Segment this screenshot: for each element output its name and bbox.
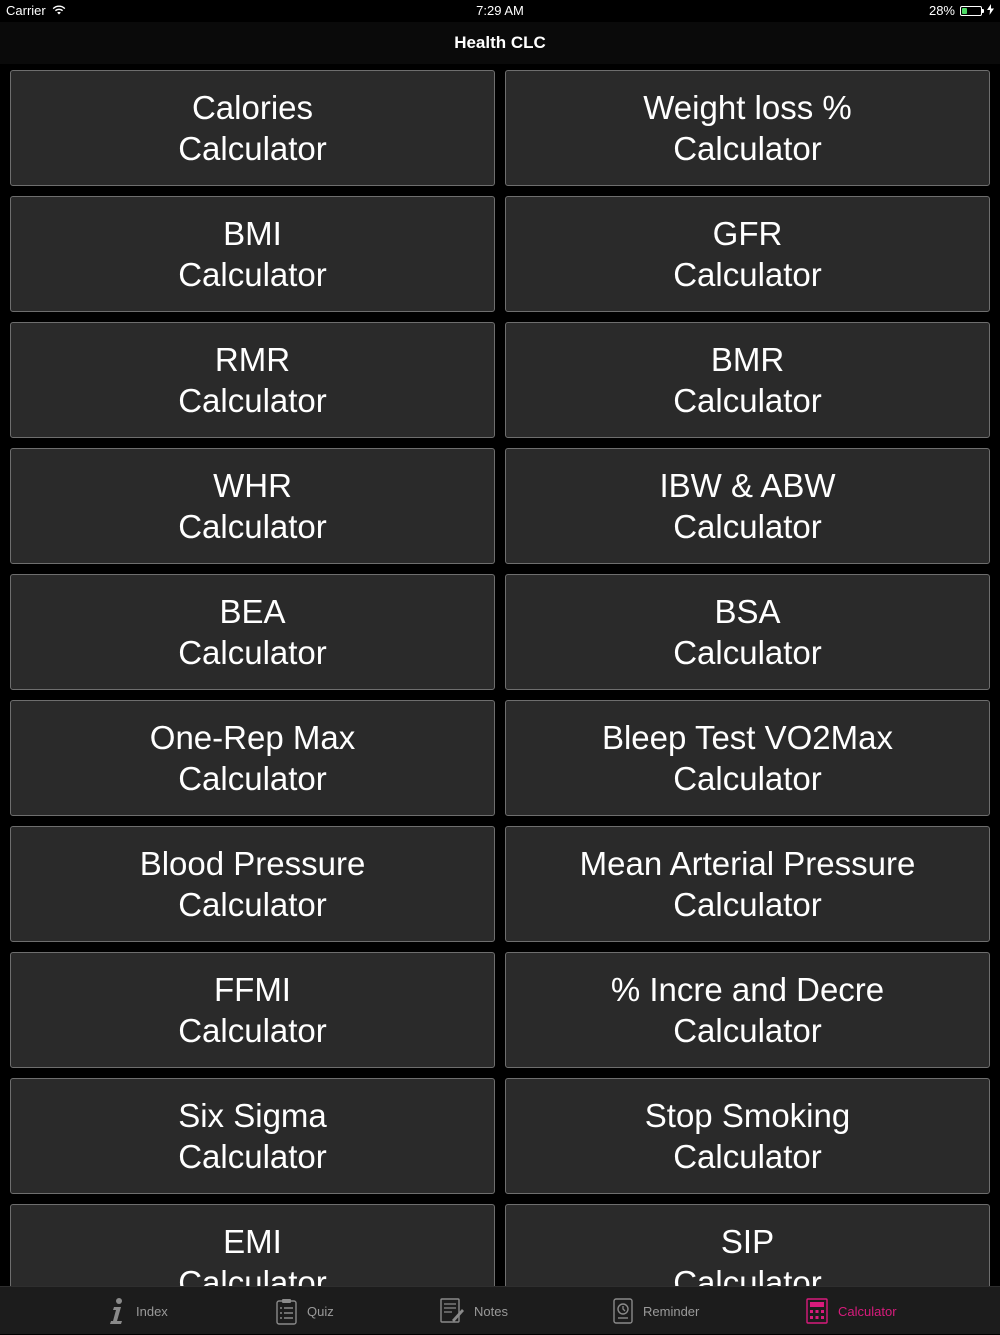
calculator-subtitle: Calculator — [673, 760, 822, 797]
battery-icon — [960, 5, 984, 16]
calculator-subtitle: Calculator — [178, 1012, 327, 1049]
calculator-subtitle: Calculator — [178, 886, 327, 923]
calculator-subtitle: Calculator — [673, 130, 822, 167]
calculator-subtitle: Calculator — [673, 382, 822, 419]
calculator-button-one-rep-max[interactable]: One-Rep Max Calculator — [10, 700, 495, 816]
calculator-button-blood-pressure[interactable]: Blood Pressure Calculator — [10, 826, 495, 942]
calculator-subtitle: Calculator — [178, 1138, 327, 1175]
calculator-title: Stop Smoking — [644, 1097, 851, 1134]
calculator-button-ibw-abw[interactable]: IBW & ABW Calculator — [505, 448, 990, 564]
calculator-button-ffmi[interactable]: FFMI Calculator — [10, 952, 495, 1068]
reminder-icon — [613, 1298, 633, 1324]
calculator-button-sip[interactable]: SIP Calculator — [505, 1204, 990, 1286]
calculator-title: BEA — [219, 593, 286, 630]
calculator-title: RMR — [214, 341, 291, 378]
calculator-subtitle: Calculator — [673, 634, 822, 671]
calculator-title: One-Rep Max — [149, 719, 356, 756]
calculator-title: GFR — [712, 215, 783, 252]
calculator-title: Blood Pressure — [139, 845, 366, 882]
calculator-subtitle: Calculator — [178, 760, 327, 797]
calculator-subtitle: Calculator — [673, 256, 822, 293]
calculator-title: Weight loss % — [643, 89, 852, 126]
tab-label: Quiz — [307, 1303, 334, 1319]
calculator-title: FFMI — [214, 971, 291, 1008]
tab-notes[interactable]: Notes — [440, 1287, 508, 1335]
tab-index[interactable]: Index — [108, 1287, 168, 1335]
calculator-subtitle: Calculator — [673, 1138, 822, 1175]
calculator-button-incre-and-decre[interactable]: % Incre and Decre Calculator — [505, 952, 990, 1068]
calculator-button-mean-arterial-pressure[interactable]: Mean Arterial Pressure Calculator — [505, 826, 990, 942]
calculator-button-six-sigma[interactable]: Six Sigma Calculator — [10, 1078, 495, 1194]
calculator-button-stop-smoking[interactable]: Stop Smoking Calculator — [505, 1078, 990, 1194]
calculator-title: BMR — [710, 341, 785, 378]
calculator-button-bsa[interactable]: BSA Calculator — [505, 574, 990, 690]
navigation-bar: Health CLC — [0, 22, 1000, 64]
calculator-button-bleep-test-vo2max[interactable]: Bleep Test VO2Max Calculator — [505, 700, 990, 816]
tab-label: Calculator — [838, 1303, 897, 1319]
calculator-button-rmr[interactable]: RMR Calculator — [10, 322, 495, 438]
tab-bar: Index Quiz Notes Reminder Calculator — [0, 1286, 1000, 1334]
calculator-title: Calories — [191, 89, 314, 126]
calculator-subtitle: Calculator — [178, 382, 327, 419]
calculator-title: Bleep Test VO2Max — [601, 719, 894, 756]
calculator-subtitle: Calculator — [178, 1264, 327, 1286]
info-icon — [108, 1297, 126, 1325]
notes-icon — [440, 1298, 464, 1324]
calculator-subtitle: Calculator — [178, 508, 327, 545]
quiz-icon — [276, 1298, 297, 1325]
calculator-button-whr[interactable]: WHR Calculator — [10, 448, 495, 564]
calculator-subtitle: Calculator — [673, 1012, 822, 1049]
calculator-list[interactable]: Calories Calculator Weight loss % Calculato… — [0, 64, 1000, 1286]
tab-label: Index — [136, 1303, 168, 1319]
calculator-button-bmi[interactable]: BMI Calculator — [10, 196, 495, 312]
tab-calculator[interactable]: Calculator — [806, 1287, 897, 1335]
tab-label: Notes — [474, 1303, 508, 1319]
calculator-subtitle: Calculator — [673, 1264, 822, 1286]
charging-bolt-icon — [987, 3, 994, 18]
calculator-title: Mean Arterial Pressure — [579, 845, 916, 882]
calculator-button-emi[interactable]: EMI Calculator — [10, 1204, 495, 1286]
calculator-subtitle: Calculator — [178, 130, 327, 167]
tab-reminder[interactable]: Reminder — [613, 1287, 699, 1335]
calculator-title: EMI — [223, 1223, 282, 1260]
calculator-subtitle: Calculator — [673, 886, 822, 923]
calculator-button-calories[interactable]: Calories Calculator — [10, 70, 495, 186]
calculator-subtitle: Calculator — [178, 256, 327, 293]
tab-label: Reminder — [643, 1303, 700, 1319]
calculator-title: BMI — [223, 215, 282, 252]
calculator-button-gfr[interactable]: GFR Calculator — [505, 196, 990, 312]
calculator-title: % Incre and Decre — [610, 971, 885, 1008]
calculator-title: WHR — [213, 467, 292, 504]
calculator-title: IBW & ABW — [659, 467, 836, 504]
calculator-icon — [806, 1298, 828, 1324]
calculator-button-bmr[interactable]: BMR Calculator — [505, 322, 990, 438]
calculator-button-weight-loss[interactable]: Weight loss % Calculator — [505, 70, 990, 186]
calculator-title: Six Sigma — [178, 1097, 327, 1134]
battery-percent: 28% — [928, 3, 955, 18]
calculator-title: SIP — [720, 1223, 775, 1260]
status-bar: Carrier 7:29 AM 28% — [0, 0, 1000, 22]
clock: 7:29 AM — [476, 3, 524, 18]
page-title: Health CLC — [454, 33, 546, 52]
calculator-subtitle: Calculator — [178, 634, 327, 671]
tab-quiz[interactable]: Quiz — [276, 1287, 334, 1335]
calculator-button-bea[interactable]: BEA Calculator — [10, 574, 495, 690]
calculator-title: BSA — [714, 593, 781, 630]
calculator-subtitle: Calculator — [673, 508, 822, 545]
